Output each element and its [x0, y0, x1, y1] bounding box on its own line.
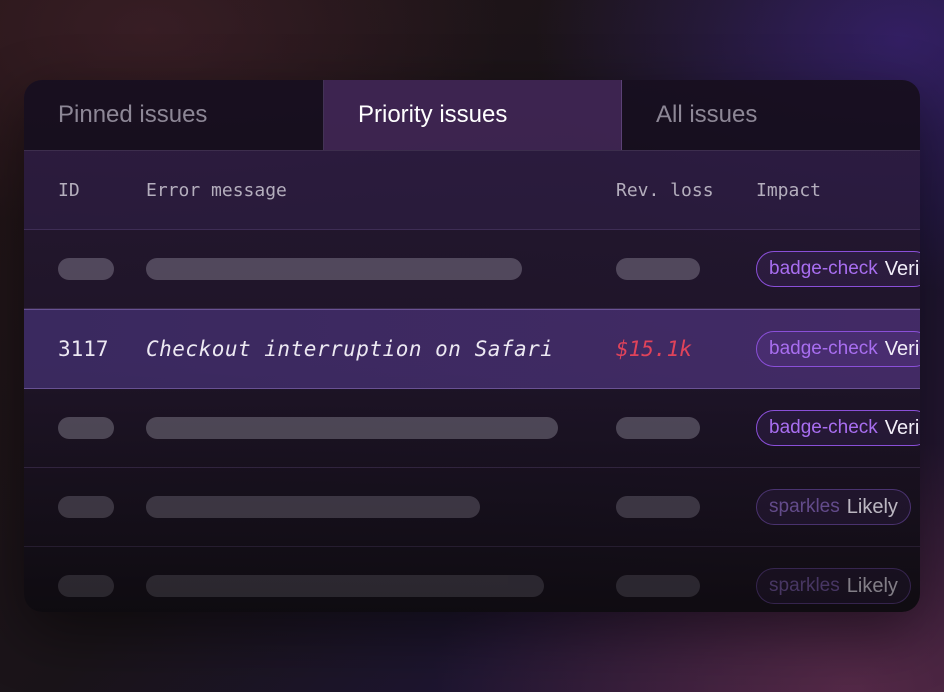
badge-check-icon: badge-check: [769, 338, 878, 359]
message-placeholder: [146, 417, 558, 439]
impact-label: Veri: [884, 257, 920, 280]
rev-loss-placeholder: [616, 258, 700, 280]
table-row[interactable]: badge-check Veri: [24, 230, 920, 309]
table-row[interactable]: sparkles Likely: [24, 468, 920, 547]
rev-loss-value: $15.1k: [616, 337, 692, 361]
impact-badge: sparkles Likely: [756, 568, 911, 604]
impact-label: Likely: [846, 495, 898, 518]
id-placeholder: [58, 417, 114, 439]
issue-id: 3117: [58, 337, 109, 361]
impact-label: Veri: [884, 416, 920, 439]
id-placeholder: [58, 258, 114, 280]
rev-loss-placeholder: [616, 496, 700, 518]
table-row-selected[interactable]: 3117 Checkout interruption on Safari $15…: [24, 309, 920, 389]
table-row[interactable]: sparkles Likely: [24, 547, 920, 612]
table-header: ID Error message Rev. loss Impact: [24, 151, 920, 230]
column-header-impact[interactable]: Impact: [756, 151, 821, 229]
tab-pinned-issues[interactable]: Pinned issues: [24, 80, 324, 150]
table-row[interactable]: badge-check Veri: [24, 389, 920, 468]
column-header-rev-loss[interactable]: Rev. loss: [616, 151, 714, 229]
impact-badge: sparkles Likely: [756, 489, 911, 525]
impact-label: Veri: [884, 337, 920, 360]
impact-badge: badge-check Veri: [756, 331, 920, 367]
column-header-error-message[interactable]: Error message: [146, 151, 287, 229]
error-message: Checkout interruption on Safari: [146, 337, 554, 361]
sparkles-icon: sparkles: [769, 496, 840, 517]
tab-all-issues[interactable]: All issues: [622, 80, 920, 150]
impact-badge: badge-check Veri: [756, 410, 920, 446]
message-placeholder: [146, 258, 522, 280]
column-header-id[interactable]: ID: [58, 151, 80, 229]
id-placeholder: [58, 496, 114, 518]
issues-panel: Pinned issues Priority issues All issues…: [24, 80, 920, 612]
impact-label: Likely: [846, 574, 898, 597]
message-placeholder: [146, 575, 544, 597]
tab-bar: Pinned issues Priority issues All issues: [24, 80, 920, 151]
rev-loss-placeholder: [616, 417, 700, 439]
tab-priority-issues[interactable]: Priority issues: [324, 80, 622, 150]
impact-badge: badge-check Veri: [756, 251, 920, 287]
sparkles-icon: sparkles: [769, 575, 840, 596]
badge-check-icon: badge-check: [769, 417, 878, 438]
rev-loss-placeholder: [616, 575, 700, 597]
message-placeholder: [146, 496, 480, 518]
id-placeholder: [58, 575, 114, 597]
badge-check-icon: badge-check: [769, 258, 878, 279]
